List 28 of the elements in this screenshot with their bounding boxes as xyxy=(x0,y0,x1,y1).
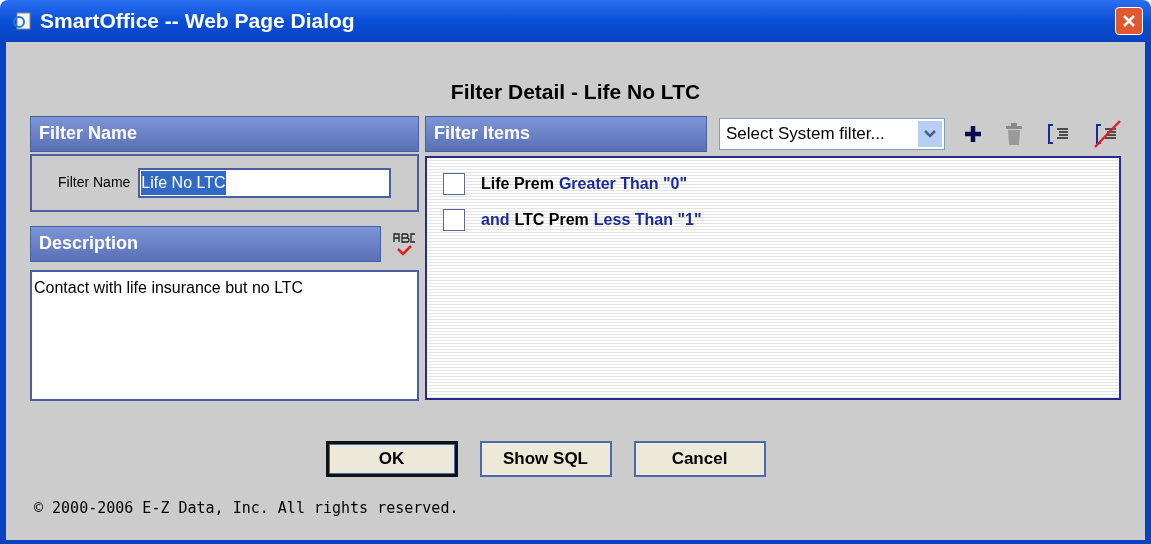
field-value: Life No LTC xyxy=(141,170,226,195)
list-icon[interactable] xyxy=(1047,122,1071,145)
field-label: Filter Name xyxy=(58,173,131,192)
crossed-list-icon[interactable] xyxy=(1093,119,1121,148)
dialog-heading: Filter Detail - Life No LTC xyxy=(449,79,702,105)
dialog-button[interactable]: OK xyxy=(325,440,458,477)
close-button[interactable] xyxy=(1115,7,1143,35)
dropdown-icon xyxy=(918,120,942,147)
dialog-button[interactable]: Show SQL xyxy=(479,440,612,477)
filter-condition-text: LTC Prem xyxy=(514,209,589,230)
window-title: SmartOffice -- Web Page Dialog xyxy=(40,8,356,35)
checkbox[interactable] xyxy=(443,172,465,195)
section-header: Filter Name xyxy=(30,115,419,152)
filter-name-field[interactable]: Life No LTC xyxy=(138,167,391,198)
close-icon xyxy=(1121,13,1137,29)
filter-condition-text: Life Prem xyxy=(481,173,554,194)
dialog-button[interactable]: Cancel xyxy=(633,440,766,477)
checkbox[interactable] xyxy=(443,208,465,231)
section-header: Filter Items xyxy=(425,115,707,152)
section-header: Description xyxy=(30,225,381,262)
filter-condition-text: Less Than "1" xyxy=(593,209,702,230)
copyright-text: © 2000-2006 E-Z Data, Inc. All rights reserved. xyxy=(34,497,460,519)
system-filter-select[interactable]: Select System filter... xyxy=(719,117,945,150)
description-field[interactable]: Contact with life insurance but no LTC xyxy=(30,269,419,401)
filter-condition-text: and xyxy=(481,209,510,230)
filter-condition-text: Greater Than "0" xyxy=(558,173,688,194)
document-icon xyxy=(12,11,32,31)
add-icon[interactable] xyxy=(963,123,983,144)
